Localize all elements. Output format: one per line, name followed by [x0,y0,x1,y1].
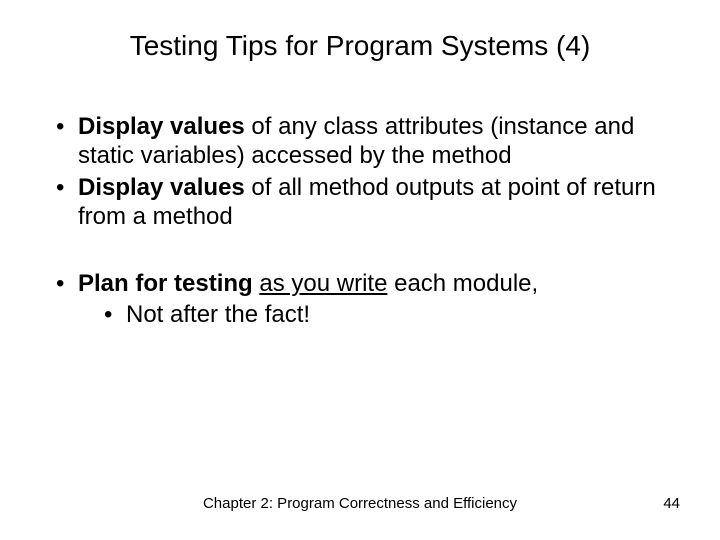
footer-page-number: 44 [663,495,680,512]
spacer [50,233,680,269]
bullet-2-bold: Display values [78,174,245,201]
bullet-3-underline: as you write [259,270,387,297]
footer-chapter: Chapter 2: Program Correctness and Effic… [203,495,517,512]
slide-footer: Chapter 2: Program Correctness and Effic… [0,495,720,512]
bullet-list: Display values of any class attributes (… [50,112,680,231]
bullet-1-bold: Display values [78,113,245,140]
bullet-item-3: Plan for testing as you write each modul… [50,269,680,330]
bullet-item-1: Display values of any class attributes (… [50,112,680,171]
bullet-3-bold: Plan for testing [78,270,259,297]
slide-title: Testing Tips for Program Systems (4) [40,30,680,62]
sub-bullet-list: Not after the fact! [78,300,680,329]
slide: Testing Tips for Program Systems (4) Dis… [0,0,720,540]
bullet-list-2: Plan for testing as you write each modul… [50,269,680,330]
bullet-item-2: Display values of all method outputs at … [50,173,680,232]
bullet-3-rest: each module, [387,270,538,297]
slide-content: Display values of any class attributes (… [40,112,680,330]
sub-bullet-item: Not after the fact! [100,300,680,329]
